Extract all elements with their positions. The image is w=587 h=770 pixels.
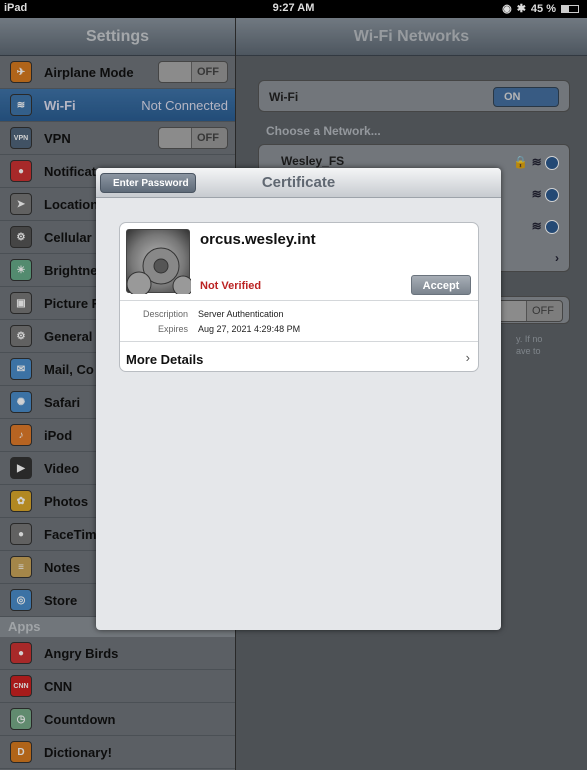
battery-icon	[561, 4, 579, 13]
status-bar: iPad 9:27 AM ◉ ✱ 45 %	[0, 0, 587, 18]
chevron-right-icon: ›	[465, 350, 470, 365]
battery-percent: 45 %	[530, 2, 556, 15]
status-right: ◉ ✱ 45 %	[502, 2, 579, 15]
divider	[120, 300, 478, 301]
location-status-icon: ◉	[502, 3, 512, 15]
certificate-dialog: Enter Password Certificate orcus.wesley.…	[96, 168, 501, 630]
expires-label: Expires	[157, 324, 188, 334]
more-details-link[interactable]: More Details	[126, 352, 203, 367]
expires-value: Aug 27, 2021 4:29:48 PM	[198, 324, 301, 334]
certificate-card: orcus.wesley.int Not Verified Accept Des…	[119, 222, 479, 372]
bluetooth-icon: ✱	[516, 3, 526, 15]
verification-status: Not Verified	[200, 280, 262, 292]
certificate-name: orcus.wesley.int	[200, 231, 316, 248]
certificate-gear-icon	[126, 229, 194, 297]
divider-2	[120, 341, 478, 342]
dialog-navbar: Enter Password Certificate	[96, 168, 501, 198]
clock: 9:27 AM	[272, 2, 315, 14]
dialog-title: Certificate	[261, 174, 336, 191]
description-label: Description	[142, 309, 188, 319]
description-value: Server Authentication	[198, 309, 284, 319]
accept-button[interactable]: Accept	[411, 275, 471, 295]
